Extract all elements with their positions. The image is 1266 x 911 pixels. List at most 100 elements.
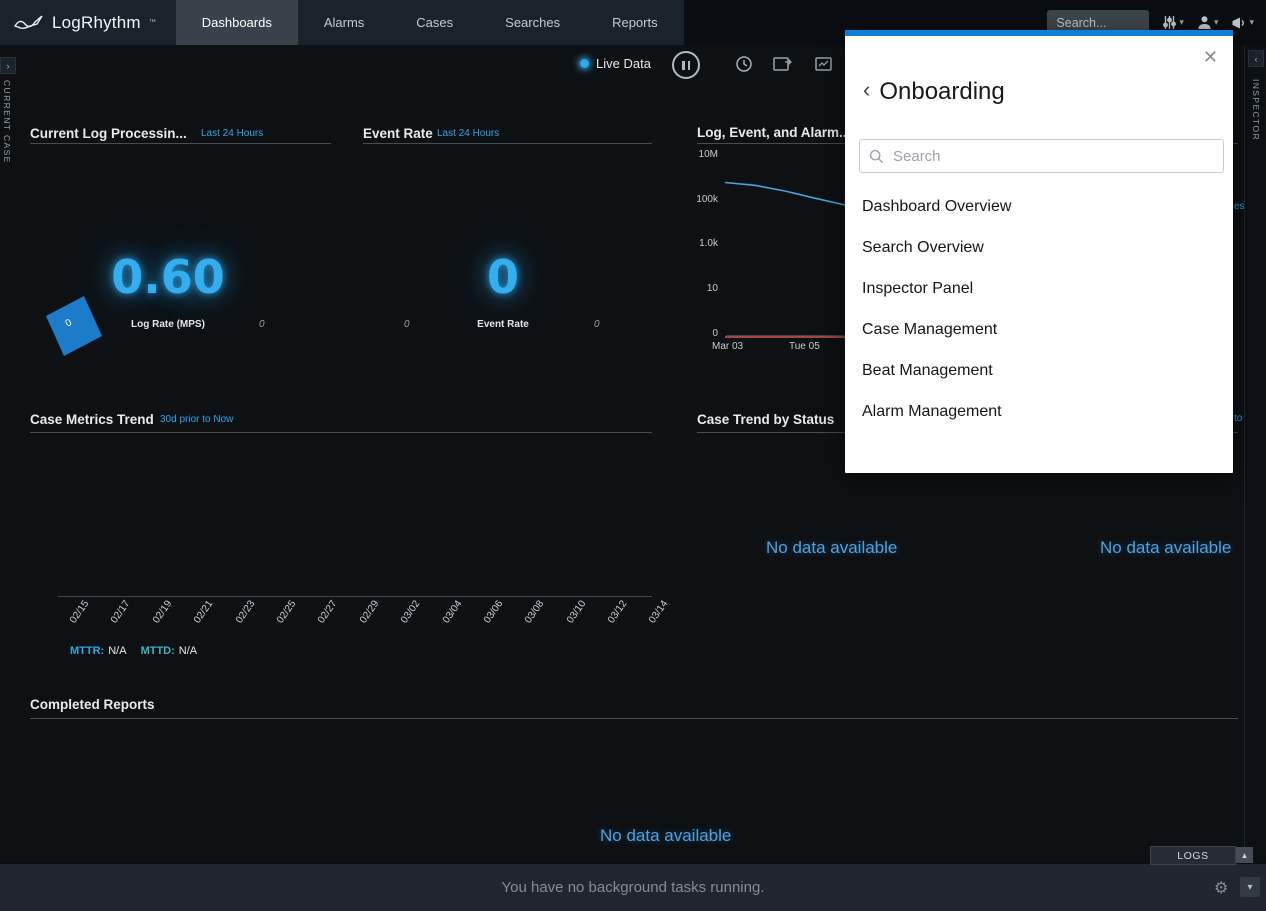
logs-expand-button[interactable]: ▲	[1236, 847, 1253, 863]
x-axis-label: 03/08	[514, 599, 549, 641]
x-axis: 02/1502/1702/1902/2102/2302/2502/2702/29…	[48, 601, 672, 615]
gauge-max-label: 0	[259, 319, 265, 330]
tab-searches[interactable]: Searches	[479, 0, 586, 45]
x-axis-label: 03/02	[390, 599, 425, 641]
time-range-button[interactable]	[735, 55, 753, 73]
clock-icon	[735, 55, 753, 73]
live-data-indicator[interactable]: Live Data	[580, 56, 651, 71]
no-data-message: No data available	[1100, 538, 1231, 558]
add-widget-button[interactable]	[773, 56, 792, 72]
onboarding-item[interactable]: Search Overview	[845, 227, 1233, 268]
mttd-label: MTTD:	[141, 645, 175, 657]
expand-right-icon[interactable]: ›	[0, 57, 16, 74]
pause-icon	[682, 61, 685, 70]
onboarding-item[interactable]: Dashboard Overview	[845, 186, 1233, 227]
background-tasks-status: You have no background tasks running.	[0, 864, 1266, 911]
live-data-dot-icon	[580, 59, 589, 68]
tab-label: Reports	[612, 15, 658, 30]
popup-search-box[interactable]	[859, 139, 1224, 173]
gauge-max-label: 0	[594, 319, 600, 330]
popup-header: ‹ Onboarding	[863, 78, 1005, 106]
panel-title-log-processing: Current Log Processin...	[30, 126, 187, 141]
arrow-up-icon: ▲	[1241, 851, 1249, 860]
x-axis-label: Tue 05	[789, 341, 820, 352]
close-icon[interactable]: ✕	[1203, 48, 1218, 66]
tab-label: Alarms	[324, 15, 364, 30]
brand-name: LogRhythm	[52, 13, 141, 33]
x-axis-label: 02/27	[307, 599, 342, 641]
x-axis-line	[58, 596, 652, 597]
logs-tab[interactable]: LOGS	[1150, 846, 1236, 865]
expand-left-icon[interactable]: ‹	[1248, 50, 1264, 67]
tab-label: Dashboards	[202, 15, 272, 30]
popup-search-input[interactable]	[891, 147, 1214, 166]
onboarding-item[interactable]: Case Management	[845, 309, 1233, 350]
tab-reports[interactable]: Reports	[586, 0, 684, 45]
logs-series-line	[725, 183, 845, 206]
current-case-label: CURRENT CASE	[2, 80, 12, 164]
inspector-strip: ‹ INSPECTOR	[1244, 45, 1266, 847]
x-axis-label: 02/21	[183, 599, 218, 641]
panel-divider	[30, 143, 331, 144]
announcement-horn-icon	[1231, 16, 1247, 30]
equalizer-icon	[1162, 15, 1177, 30]
x-axis-label: 03/10	[555, 599, 590, 641]
back-chevron-icon[interactable]: ‹	[863, 79, 870, 101]
x-axis-label: 03/04	[431, 599, 466, 641]
tab-alarms[interactable]: Alarms	[298, 0, 390, 45]
no-data-message: No data available	[600, 826, 731, 846]
panel-divider	[30, 718, 1238, 719]
panel-title-completed-reports: Completed Reports	[30, 697, 155, 712]
panel-title-case-trend: Case Trend by Status	[697, 412, 834, 427]
app-root: LogRhythm™ Dashboards Alarms Cases Searc…	[0, 0, 1266, 911]
status-bar: You have no background tasks running. ⚙ …	[0, 863, 1266, 911]
pause-button[interactable]	[672, 51, 700, 79]
gear-icon[interactable]: ⚙	[1214, 878, 1228, 898]
logrhythm-logo-icon	[14, 13, 44, 33]
x-axis-label: 03/06	[472, 599, 507, 641]
logs-label: LOGS	[1177, 850, 1209, 862]
panel-title-event-rate: Event Rate	[363, 126, 433, 141]
onboarding-popup: ✕ ‹ Onboarding Dashboard OverviewSearch …	[845, 30, 1233, 473]
search-icon	[869, 149, 884, 164]
announcements-button[interactable]: ▾	[1231, 16, 1254, 30]
no-data-message: No data available	[766, 538, 897, 558]
panel-range-case-metrics[interactable]: 30d prior to Now	[160, 414, 233, 425]
logrhythm-logo[interactable]: LogRhythm™	[0, 0, 176, 45]
x-axis-label: 02/15	[59, 599, 94, 641]
x-axis-label: 02/29	[348, 599, 383, 641]
chevron-down-icon: ▾	[1247, 882, 1252, 893]
x-axis-label: 03/14	[638, 599, 673, 641]
onboarding-item[interactable]: Beat Management	[845, 350, 1233, 391]
mttd-value: N/A	[179, 645, 197, 657]
onboarding-item[interactable]: Alarm Management	[845, 391, 1233, 432]
chevron-down-icon: ▾	[1249, 17, 1254, 28]
x-axis-label: 02/23	[224, 599, 259, 641]
popup-title: Onboarding	[879, 78, 1004, 106]
log-rate-label: Log Rate (MPS)	[98, 319, 238, 330]
x-axis-label: 03/12	[597, 599, 632, 641]
live-data-label: Live Data	[596, 56, 651, 71]
mttr-value: N/A	[108, 645, 126, 657]
panel-range-log-processing[interactable]: Last 24 Hours	[201, 128, 263, 139]
user-menu-button[interactable]: ▾	[1197, 15, 1219, 30]
filter-settings-button[interactable]: ▾	[1162, 15, 1184, 30]
panel-title-case-metrics: Case Metrics Trend	[30, 412, 154, 427]
panel-range-event-rate[interactable]: Last 24 Hours	[437, 128, 499, 139]
collapse-statusbar-button[interactable]: ▾	[1240, 877, 1260, 897]
chevron-down-icon: ▾	[1214, 17, 1219, 28]
log-rate-value: 0.60	[98, 250, 238, 304]
mttr-label: MTTR:	[70, 645, 104, 657]
tab-label: Searches	[505, 15, 560, 30]
panel-divider	[30, 432, 652, 433]
onboarding-item[interactable]: Inspector Panel	[845, 268, 1233, 309]
event-rate-label: Event Rate	[433, 319, 573, 330]
export-dashboard-button[interactable]	[815, 56, 834, 72]
onboarding-list: Dashboard OverviewSearch OverviewInspect…	[845, 186, 1233, 432]
event-rate-value: 0	[433, 250, 573, 304]
gauge-min-label: 0	[404, 319, 410, 330]
tab-dashboards[interactable]: Dashboards	[176, 0, 298, 45]
tab-cases[interactable]: Cases	[390, 0, 479, 45]
user-icon	[1197, 15, 1212, 30]
current-case-panel-tab[interactable]: › CURRENT CASE	[0, 57, 16, 164]
